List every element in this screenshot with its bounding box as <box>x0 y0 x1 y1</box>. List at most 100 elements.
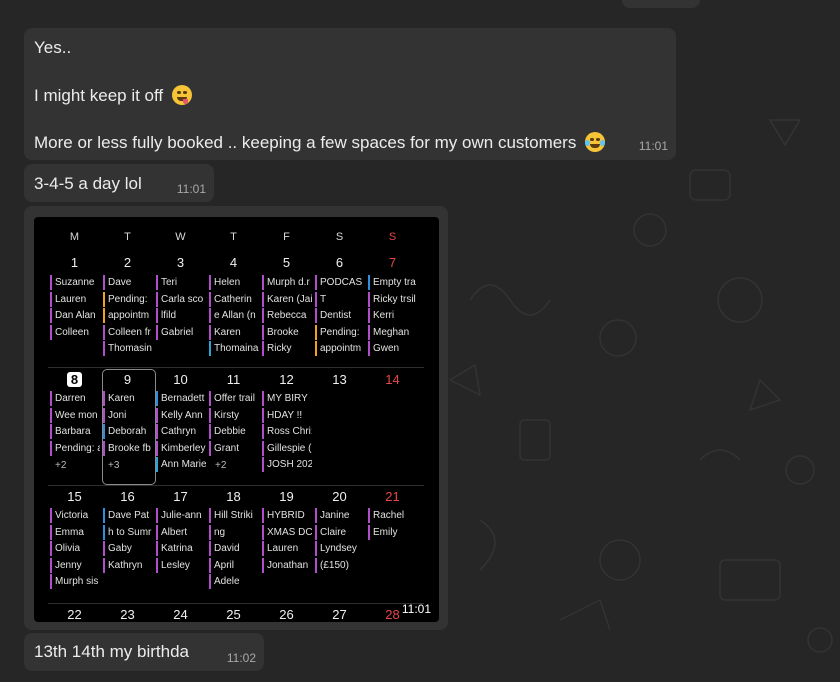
calendar-event[interactable]: Lyndsey <box>315 541 365 557</box>
calendar-event[interactable]: HYBRID <box>262 508 312 523</box>
calendar-event[interactable]: Victoria <box>50 508 100 523</box>
calendar-event[interactable]: David <box>209 541 259 557</box>
calendar-event[interactable]: Catherin <box>209 291 259 307</box>
calendar-event[interactable]: Ann Marie <box>156 457 206 473</box>
calendar-event[interactable]: Brooke <box>262 324 312 340</box>
calendar-event[interactable]: Ross Chri: <box>262 424 312 440</box>
calendar-event[interactable]: Thomasin <box>103 341 153 357</box>
calendar-event[interactable]: Pending: <box>103 291 153 307</box>
weekday-header: S <box>388 231 397 243</box>
calendar-event[interactable]: Dave <box>103 275 153 290</box>
calendar-event[interactable]: Pending: a <box>50 440 100 456</box>
calendar-event[interactable]: Katrina <box>156 541 206 557</box>
weekday-header: T <box>124 231 131 243</box>
calendar-event[interactable]: Pending: <box>315 324 365 340</box>
calendar-event[interactable]: (£150) <box>315 557 365 573</box>
calendar-event[interactable]: Wee mon <box>50 407 100 423</box>
calendar-screenshot-image[interactable]: M T W T F S S 1 Suzanne Lauren Dan Alan Colleen 2 Dav… <box>34 217 439 622</box>
previous-message-bubble <box>622 0 700 8</box>
message-text: More or less fully booked .. keeping a f… <box>34 133 577 152</box>
calendar-day-number: 3 <box>176 255 185 270</box>
calendar-event[interactable]: Cathryn <box>156 424 206 440</box>
calendar-event[interactable]: Debbie <box>209 424 259 440</box>
calendar-event[interactable]: Darren <box>50 391 100 406</box>
calendar-event[interactable]: Colleen fr <box>103 324 153 340</box>
calendar-event[interactable]: MY BIRY <box>262 391 312 406</box>
message-text: Yes.. <box>34 38 72 57</box>
calendar-event[interactable]: HDAY !! <box>262 407 312 423</box>
calendar-event[interactable]: lfild <box>156 308 206 324</box>
calendar-event[interactable]: Suzanne <box>50 275 100 290</box>
calendar-event[interactable]: Colleen <box>50 324 100 340</box>
calendar-event[interactable]: Lesley <box>156 557 206 573</box>
calendar-event[interactable]: Rachel <box>368 508 418 523</box>
calendar-event[interactable]: Julie-ann <box>156 508 206 523</box>
calendar-event[interactable]: Hill Striki <box>209 508 259 523</box>
calendar-event[interactable]: Dave Pat <box>103 508 153 523</box>
calendar-event[interactable]: Lauren <box>262 541 312 557</box>
calendar-event[interactable]: Olivia <box>50 541 100 557</box>
calendar-event[interactable]: Dan Alan <box>50 308 100 324</box>
calendar-event[interactable]: Lauren <box>50 291 100 307</box>
calendar-day-number: 23 <box>120 607 135 622</box>
message-text: 13th 14th my birthda <box>34 642 189 661</box>
calendar-event[interactable]: Teri <box>156 275 206 290</box>
calendar-event[interactable]: April <box>209 557 259 573</box>
message-timestamp: 11:02 <box>226 651 256 665</box>
calendar-event[interactable]: h to Sumr <box>103 524 153 540</box>
calendar-event[interactable]: Meghan <box>368 324 418 340</box>
calendar-event[interactable]: Gabriel <box>156 324 206 340</box>
message-bubble[interactable]: 13th 14th my birthda 11:02 <box>24 633 264 671</box>
calendar-event[interactable]: Gillespie ( <box>262 440 312 456</box>
week-separator <box>48 485 424 486</box>
calendar-event[interactable]: Kimberley <box>156 440 206 456</box>
calendar-event[interactable]: Carla sco <box>156 291 206 307</box>
calendar-event[interactable]: Dentist <box>315 308 365 324</box>
message-bubble[interactable]: Yes.. I might keep it off More or less f… <box>24 28 676 160</box>
calendar-event[interactable]: Offer trail <box>209 391 259 406</box>
calendar-event[interactable]: Barbara <box>50 424 100 440</box>
calendar-event[interactable]: Empty tra <box>368 275 418 290</box>
calendar-event[interactable]: Murph d.r <box>262 275 312 290</box>
calendar-event[interactable]: Thomaina <box>209 341 259 357</box>
message-bubble[interactable]: 3-4-5 a day lol 11:01 <box>24 164 214 202</box>
weekday-header: T <box>230 231 237 243</box>
calendar-event[interactable]: appointm <box>103 308 153 324</box>
calendar-event[interactable]: Kelly Ann <box>156 407 206 423</box>
calendar-day-number: 2 <box>123 255 132 270</box>
calendar-event[interactable]: Ricky <box>262 341 312 357</box>
calendar-event[interactable]: PODCAS <box>315 275 365 290</box>
calendar-event[interactable]: Kirsty <box>209 407 259 423</box>
calendar-event[interactable]: Claire <box>315 524 365 540</box>
calendar-event[interactable]: e Allan (n <box>209 308 259 324</box>
calendar-event[interactable]: Kathryn <box>103 557 153 573</box>
calendar-event[interactable]: Gaby <box>103 541 153 557</box>
calendar-day-number: 19 <box>279 489 294 504</box>
calendar-event[interactable]: Kerri <box>368 308 418 324</box>
calendar-event[interactable]: Bernadett <box>156 391 206 406</box>
calendar-event[interactable]: Emma <box>50 524 100 540</box>
calendar-event[interactable]: ng <box>209 524 259 540</box>
calendar-event[interactable]: Jonathan <box>262 557 312 573</box>
calendar-event[interactable]: Grant <box>209 440 259 456</box>
calendar-event[interactable]: Jenny <box>50 557 100 573</box>
calendar-event[interactable]: Albert <box>156 524 206 540</box>
calendar-event[interactable]: Helen <box>209 275 259 290</box>
calendar-event[interactable]: Janine <box>315 508 365 523</box>
weekday-header: S <box>335 231 344 243</box>
calendar-event[interactable]: JOSH 202 <box>262 457 312 473</box>
more-events-count: +2 <box>55 460 67 471</box>
calendar-event[interactable]: T <box>315 291 365 307</box>
calendar-event[interactable]: Gwen <box>368 341 418 357</box>
calendar-day-number: 6 <box>335 255 344 270</box>
calendar-event[interactable]: Rebecca <box>262 308 312 324</box>
calendar-event[interactable]: XMAS DC <box>262 524 312 540</box>
calendar-event[interactable]: Ricky trsil <box>368 291 418 307</box>
calendar-event[interactable]: Karen (Jai <box>262 291 312 307</box>
calendar-event[interactable]: Murph sis <box>50 574 100 590</box>
calendar-event[interactable]: appointm <box>315 341 365 357</box>
calendar-event[interactable]: Emily <box>368 524 418 540</box>
calendar-day-number: 15 <box>67 489 82 504</box>
calendar-event[interactable]: Adele <box>209 574 259 590</box>
calendar-event[interactable]: Karen <box>209 324 259 340</box>
